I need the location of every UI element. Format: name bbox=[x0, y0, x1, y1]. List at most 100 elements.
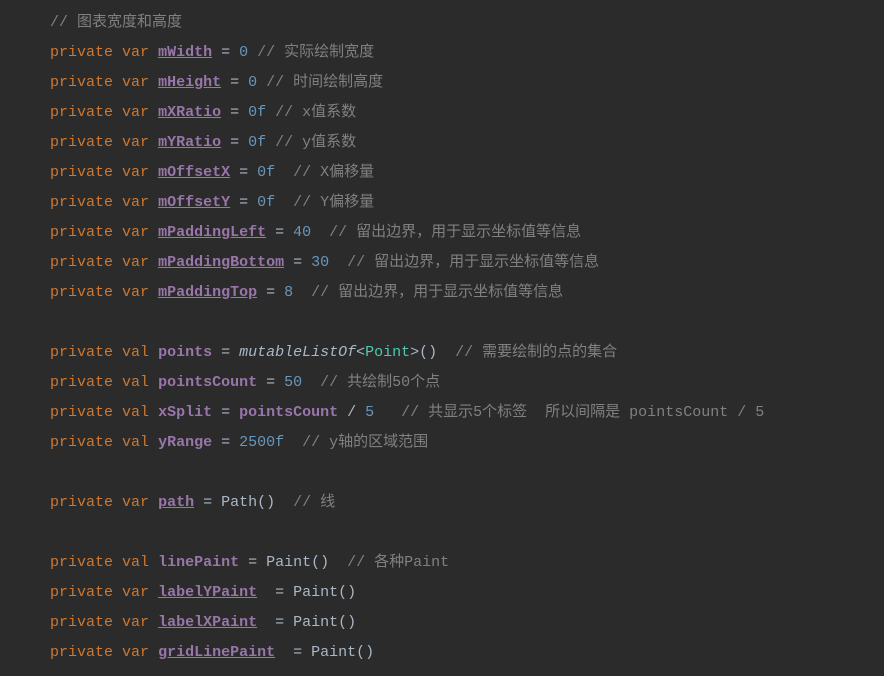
code-token: labelYPaint bbox=[158, 584, 257, 601]
code-token bbox=[149, 134, 158, 151]
code-token: val bbox=[122, 554, 149, 571]
code-token bbox=[149, 644, 158, 661]
code-token: // 需要绘制的点的集合 bbox=[455, 344, 617, 361]
code-token: mWidth bbox=[158, 44, 212, 61]
code-token: private bbox=[50, 434, 113, 451]
code-token: mutableListOf bbox=[239, 344, 356, 361]
code-token bbox=[149, 254, 158, 271]
code-token: 0f bbox=[248, 104, 266, 121]
code-token bbox=[149, 494, 158, 511]
code-token bbox=[113, 404, 122, 421]
code-token: mPaddingBottom bbox=[158, 254, 284, 271]
code-token: = bbox=[212, 344, 239, 361]
code-token: = bbox=[257, 284, 284, 301]
code-token: 2500f bbox=[239, 434, 284, 451]
code-line: private val yRange = 2500f // y轴的区域范围 bbox=[50, 428, 884, 458]
code-token bbox=[113, 254, 122, 271]
code-token: mOffsetX bbox=[158, 164, 230, 181]
code-token bbox=[113, 194, 122, 211]
code-token bbox=[293, 284, 311, 301]
code-token: = bbox=[266, 224, 293, 241]
code-token bbox=[113, 614, 122, 631]
code-token: = bbox=[221, 74, 248, 91]
code-token bbox=[113, 134, 122, 151]
code-line: private val points = mutableListOf<Point… bbox=[50, 338, 884, 368]
code-token bbox=[149, 104, 158, 121]
code-token bbox=[113, 554, 122, 571]
code-token bbox=[311, 224, 329, 241]
code-token bbox=[266, 134, 275, 151]
code-token bbox=[149, 74, 158, 91]
code-token: private bbox=[50, 74, 113, 91]
code-token: = bbox=[257, 374, 284, 391]
code-token bbox=[113, 164, 122, 181]
code-token: 0f bbox=[257, 194, 275, 211]
code-token bbox=[149, 614, 158, 631]
code-token: val bbox=[122, 344, 149, 361]
code-token: var bbox=[122, 134, 149, 151]
code-token bbox=[302, 374, 320, 391]
code-token bbox=[374, 404, 401, 421]
code-token: // y轴的区域范围 bbox=[302, 434, 428, 451]
code-token: var bbox=[122, 254, 149, 271]
code-token: // 图表宽度和高度 bbox=[50, 14, 182, 31]
code-line: private val pointsCount = 50 // 共绘制50个点 bbox=[50, 368, 884, 398]
code-token: // 共显示5个标签 所以间隔是 pointsCount / 5 bbox=[401, 404, 764, 421]
code-token: = bbox=[230, 194, 257, 211]
code-line: private var mPaddingLeft = 40 // 留出边界，用于… bbox=[50, 218, 884, 248]
code-token: val bbox=[122, 404, 149, 421]
code-token bbox=[113, 644, 122, 661]
code-token: val bbox=[122, 434, 149, 451]
code-token bbox=[248, 44, 257, 61]
code-token: private bbox=[50, 644, 113, 661]
code-token: // 留出边界，用于显示坐标值等信息 bbox=[311, 284, 563, 301]
code-token: private bbox=[50, 44, 113, 61]
code-token: // 留出边界，用于显示坐标值等信息 bbox=[329, 224, 581, 241]
code-line bbox=[50, 458, 884, 488]
code-token bbox=[275, 194, 293, 211]
code-token: // 线 bbox=[293, 494, 335, 511]
code-token bbox=[149, 284, 158, 301]
code-token: private bbox=[50, 344, 113, 361]
code-token: var bbox=[122, 644, 149, 661]
code-token: private bbox=[50, 254, 113, 271]
code-token: 30 bbox=[311, 254, 329, 271]
code-token bbox=[149, 584, 158, 601]
code-token: = bbox=[212, 404, 239, 421]
code-token: = bbox=[212, 44, 239, 61]
code-line: private var labelXPaint = Paint() bbox=[50, 608, 884, 638]
code-token: 0 bbox=[248, 74, 257, 91]
code-token bbox=[149, 164, 158, 181]
code-line: private var mYRatio = 0f // y值系数 bbox=[50, 128, 884, 158]
code-token: 5 bbox=[365, 404, 374, 421]
code-token: // 共绘制50个点 bbox=[320, 374, 440, 391]
code-token: private bbox=[50, 134, 113, 151]
code-token: xSplit bbox=[158, 404, 212, 421]
code-token bbox=[113, 74, 122, 91]
code-token: private bbox=[50, 404, 113, 421]
code-token: private bbox=[50, 194, 113, 211]
code-token: points bbox=[158, 344, 212, 361]
code-token: private bbox=[50, 554, 113, 571]
code-token: // 实际绘制宽度 bbox=[257, 44, 374, 61]
code-token: = bbox=[221, 134, 248, 151]
code-token: var bbox=[122, 614, 149, 631]
code-token bbox=[149, 194, 158, 211]
code-token: linePaint bbox=[158, 554, 239, 571]
code-token: = Path() bbox=[194, 494, 293, 511]
code-token bbox=[149, 224, 158, 241]
code-token bbox=[149, 554, 158, 571]
code-token: = bbox=[212, 434, 239, 451]
code-line: private var mPaddingTop = 8 // 留出边界，用于显示… bbox=[50, 278, 884, 308]
code-token bbox=[257, 74, 266, 91]
code-token: private bbox=[50, 164, 113, 181]
code-token: var bbox=[122, 194, 149, 211]
code-token bbox=[149, 434, 158, 451]
code-token: 50 bbox=[284, 374, 302, 391]
code-token: var bbox=[122, 284, 149, 301]
code-token: yRange bbox=[158, 434, 212, 451]
code-token bbox=[113, 374, 122, 391]
code-token: = Paint() bbox=[257, 614, 356, 631]
code-token: // 留出边界，用于显示坐标值等信息 bbox=[347, 254, 599, 271]
code-token bbox=[329, 254, 347, 271]
